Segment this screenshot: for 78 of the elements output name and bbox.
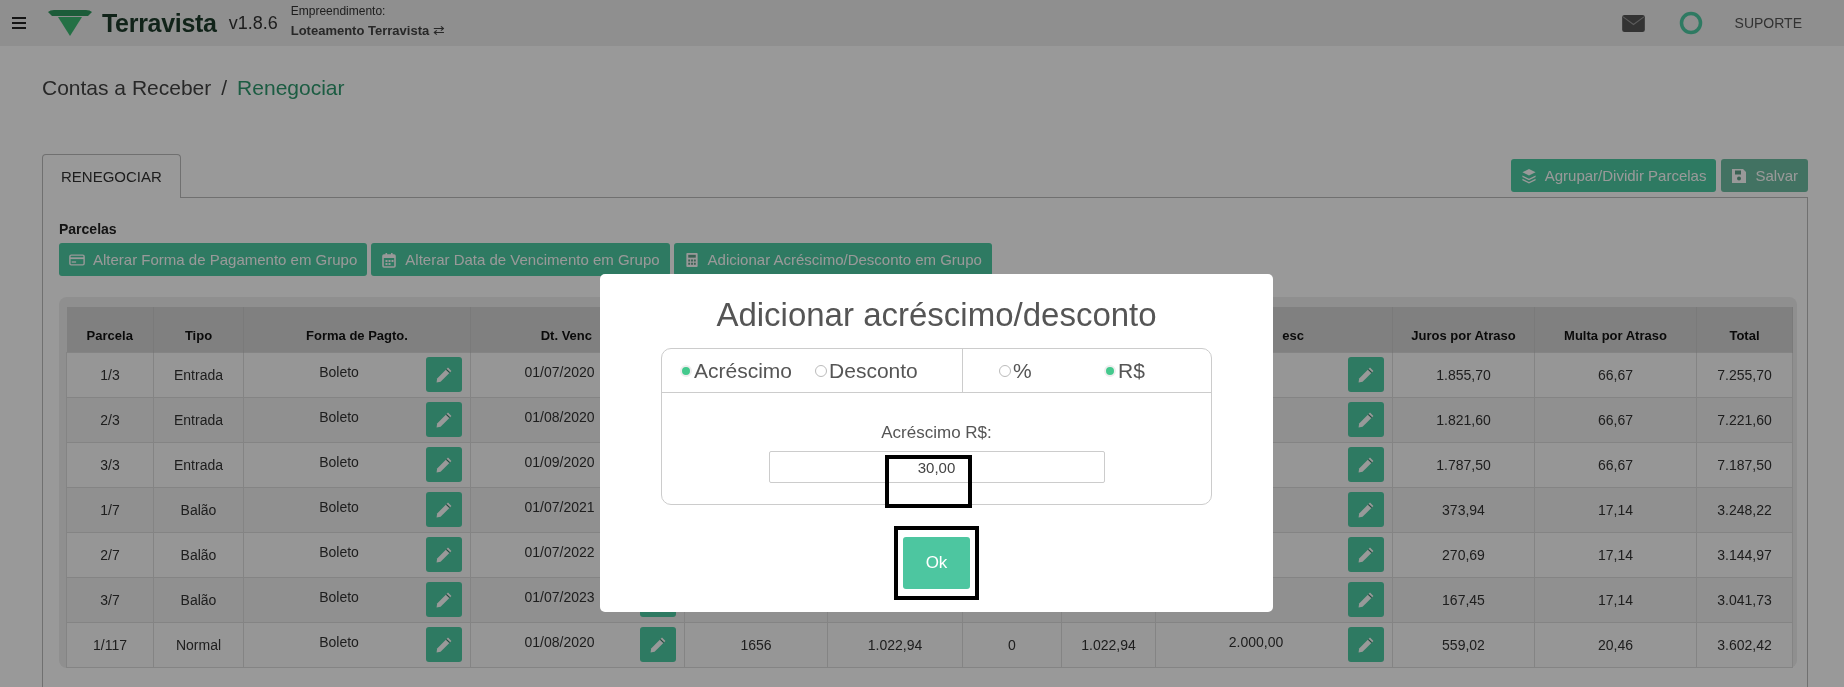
- table-cell: 1.787,50: [1392, 442, 1535, 487]
- table-cell-text: 01/07/2022: [523, 543, 596, 560]
- table-cell: 3.602,42: [1696, 622, 1793, 667]
- table-cell: 3.248,22: [1696, 487, 1793, 532]
- table-cell-text: 01/07/2020: [523, 363, 596, 380]
- breadcrumb-current: Renegociar: [237, 76, 345, 100]
- table-cell-text: Boleto: [318, 588, 360, 605]
- table-cell: Normal: [153, 622, 244, 667]
- table-cell: Entrada: [153, 352, 244, 397]
- table-cell: 1.022,94: [1061, 622, 1156, 667]
- radio-option[interactable]: Desconto: [815, 358, 918, 383]
- version-label: v1.8.6: [228, 12, 278, 34]
- field-label: Acréscimo R$:: [881, 423, 992, 443]
- table-cell-text: Boleto: [318, 453, 360, 470]
- table-cell: 66,67: [1534, 397, 1697, 442]
- table-cell: 167,45: [1392, 577, 1535, 622]
- tab[interactable]: RENEGOCIAR: [42, 154, 181, 198]
- table-cell: 0: [962, 622, 1062, 667]
- table-cell: 1/3: [66, 352, 154, 397]
- project-name: Loteamento Terravista: [290, 22, 430, 38]
- table-cell: 1.821,60: [1392, 397, 1535, 442]
- table-cell: 7.255,70: [1696, 352, 1793, 397]
- amount-field[interactable]: 30,00: [768, 451, 1105, 483]
- table-cell-text: 01/08/2020: [523, 408, 596, 425]
- table-cell: 559,02: [1392, 622, 1535, 667]
- section-title: Parcelas: [59, 221, 118, 237]
- table-cell-text: 01/09/2020: [523, 453, 596, 470]
- column-header: Total: [1696, 307, 1793, 352]
- table-cell-text: Boleto: [318, 498, 360, 515]
- table-cell: Balão: [153, 532, 244, 577]
- table-cell-text: 01/07/2021: [523, 498, 596, 515]
- breadcrumb-link[interactable]: Contas a Receber: [42, 76, 212, 100]
- table-cell: 17,14: [1534, 532, 1697, 577]
- column-header: Parcela: [66, 307, 154, 352]
- table-cell-text: Boleto: [318, 543, 360, 560]
- table-cell-text: Boleto: [318, 633, 360, 650]
- table-cell: Entrada: [153, 442, 244, 487]
- table-cell: Balão: [153, 487, 244, 532]
- table-cell: 7.187,50: [1696, 442, 1793, 487]
- table-cell: 1656: [684, 622, 828, 667]
- table-cell: 3.144,97: [1696, 532, 1793, 577]
- table-cell: 270,69: [1392, 532, 1535, 577]
- table-cell: 373,94: [1392, 487, 1535, 532]
- table-cell-text: 2.000,00: [1227, 633, 1285, 650]
- radio-option[interactable]: R$: [1104, 358, 1145, 383]
- table-cell: Entrada: [153, 397, 244, 442]
- table-cell: 66,67: [1534, 352, 1697, 397]
- brand-name: Terravista: [102, 8, 217, 38]
- table-cell: 17,14: [1534, 577, 1697, 622]
- breadcrumb-separator: /: [221, 76, 228, 100]
- switch-icon[interactable]: ⇄: [433, 22, 446, 38]
- table-cell-text: Boleto: [318, 408, 360, 425]
- table-cell: 1.855,70: [1392, 352, 1535, 397]
- table-cell: 17,14: [1534, 487, 1697, 532]
- column-header: Multa por Atraso: [1534, 307, 1697, 352]
- table-cell: 7.221,60: [1696, 397, 1793, 442]
- table-cell: 3/7: [66, 577, 154, 622]
- column-header: Tipo: [153, 307, 244, 352]
- table-cell-text: 01/07/2023: [523, 588, 596, 605]
- table-cell: 2/7: [66, 532, 154, 577]
- table-cell: 1/117: [66, 622, 154, 667]
- dialog-title: Adicionar acréscimo/desconto: [715, 296, 1158, 334]
- table-cell: 2/3: [66, 397, 154, 442]
- table-cell: 20,46: [1534, 622, 1697, 667]
- table-cell: 66,67: [1534, 442, 1697, 487]
- project-label: Empreendimento:: [290, 4, 387, 18]
- table-cell-text: 01/08/2020: [523, 633, 596, 650]
- radio-option[interactable]: Acréscimo: [680, 358, 793, 383]
- table-cell: Balão: [153, 577, 244, 622]
- radio-option[interactable]: %: [999, 358, 1032, 383]
- table-cell-text: Boleto: [318, 363, 360, 380]
- table-cell: 3/3: [66, 442, 154, 487]
- table-cell: 1.022,94: [827, 622, 963, 667]
- support-link[interactable]: SUPORTE: [1734, 15, 1802, 31]
- column-header: Juros por Atraso: [1392, 307, 1535, 352]
- table-cell: 3.041,73: [1696, 577, 1793, 622]
- table-cell: 1/7: [66, 487, 154, 532]
- column-header: Forma de Pagto.: [243, 307, 471, 352]
